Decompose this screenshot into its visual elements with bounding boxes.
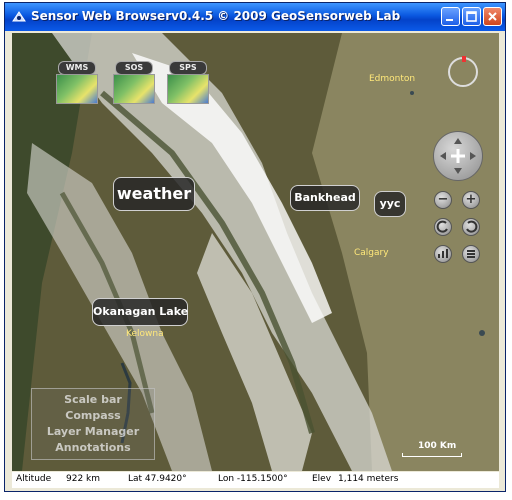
reset-view-button[interactable] [462,245,480,263]
service-label-sos: SOS [115,61,153,75]
altitude-value: 922 km [66,474,101,484]
zoom-out-button[interactable]: − [434,191,452,209]
close-button[interactable] [483,7,502,26]
compass-icon[interactable] [448,56,478,87]
close-icon [488,12,497,21]
scale-line [402,453,462,457]
scale-bar: 100 Km [402,441,462,458]
maximize-icon [466,11,477,22]
city-label-edmonton: Edmonton [369,74,416,84]
rotate-left-icon [436,220,448,233]
zoom-in-button[interactable]: + [462,191,480,209]
rotate-right-icon [466,220,478,233]
layer-item-scale-bar[interactable]: Scale bar [32,393,154,406]
elevation-value: 1,114 meters [338,474,399,484]
status-bar: Altitude 922 km Lat 47.9420° Lon -115.15… [12,472,499,488]
stack-icon [467,250,475,258]
app-window: Sensor Web Browserv0.4.5 © 2009 GeoSenso… [4,2,506,492]
globe-map-view[interactable]: WMS SOS SPS − + weather Bankhead yyc Oka… [12,33,499,471]
longitude-readout: Lon -115.1500° [218,474,288,484]
tilt-button[interactable] [434,245,452,263]
sps-thumbnail [167,74,209,104]
annotation-yyc[interactable]: yyc [374,191,406,217]
rotate-left-button[interactable] [434,218,452,236]
altitude-label: Altitude [16,474,52,484]
sos-service-widget[interactable]: SOS [111,61,155,105]
title-bar[interactable]: Sensor Web Browserv0.4.5 © 2009 GeoSenso… [5,3,505,31]
layer-menu: Scale bar Compass Layer Manager Annotati… [31,388,155,460]
elevation-label: Elev [312,474,332,484]
annotation-bankhead[interactable]: Bankhead [290,185,360,211]
maximize-button[interactable] [462,7,481,26]
service-label-wms: WMS [58,61,96,75]
minimize-button[interactable] [441,7,460,26]
service-label-sps: SPS [169,61,207,75]
annotation-weather[interactable]: weather [113,177,195,211]
annotation-okanagan-lake[interactable]: Okanagan Lake [92,298,188,326]
layer-item-compass[interactable]: Compass [32,409,154,422]
app-icon [12,11,26,22]
wms-service-widget[interactable]: WMS [54,61,98,105]
pan-arrows-icon [440,138,476,174]
city-label-calgary: Calgary [354,248,389,258]
pan-control[interactable] [433,131,483,181]
scale-text: 100 Km [418,441,457,451]
latitude-readout: Lat 47.9420° [128,474,187,484]
wms-thumbnail [56,74,98,104]
tilt-icon [438,249,448,258]
city-label-kelowna: Kelowna [126,329,164,339]
minimize-icon [446,19,453,21]
rotate-right-button[interactable] [462,218,480,236]
layer-item-layer-manager[interactable]: Layer Manager [32,425,154,438]
window-title: Sensor Web Browserv0.4.5 © 2009 GeoSenso… [31,9,401,23]
sos-thumbnail [113,74,155,104]
compass-needle [462,56,466,62]
sps-service-widget[interactable]: SPS [165,61,209,105]
layer-item-annotations[interactable]: Annotations [32,441,154,454]
